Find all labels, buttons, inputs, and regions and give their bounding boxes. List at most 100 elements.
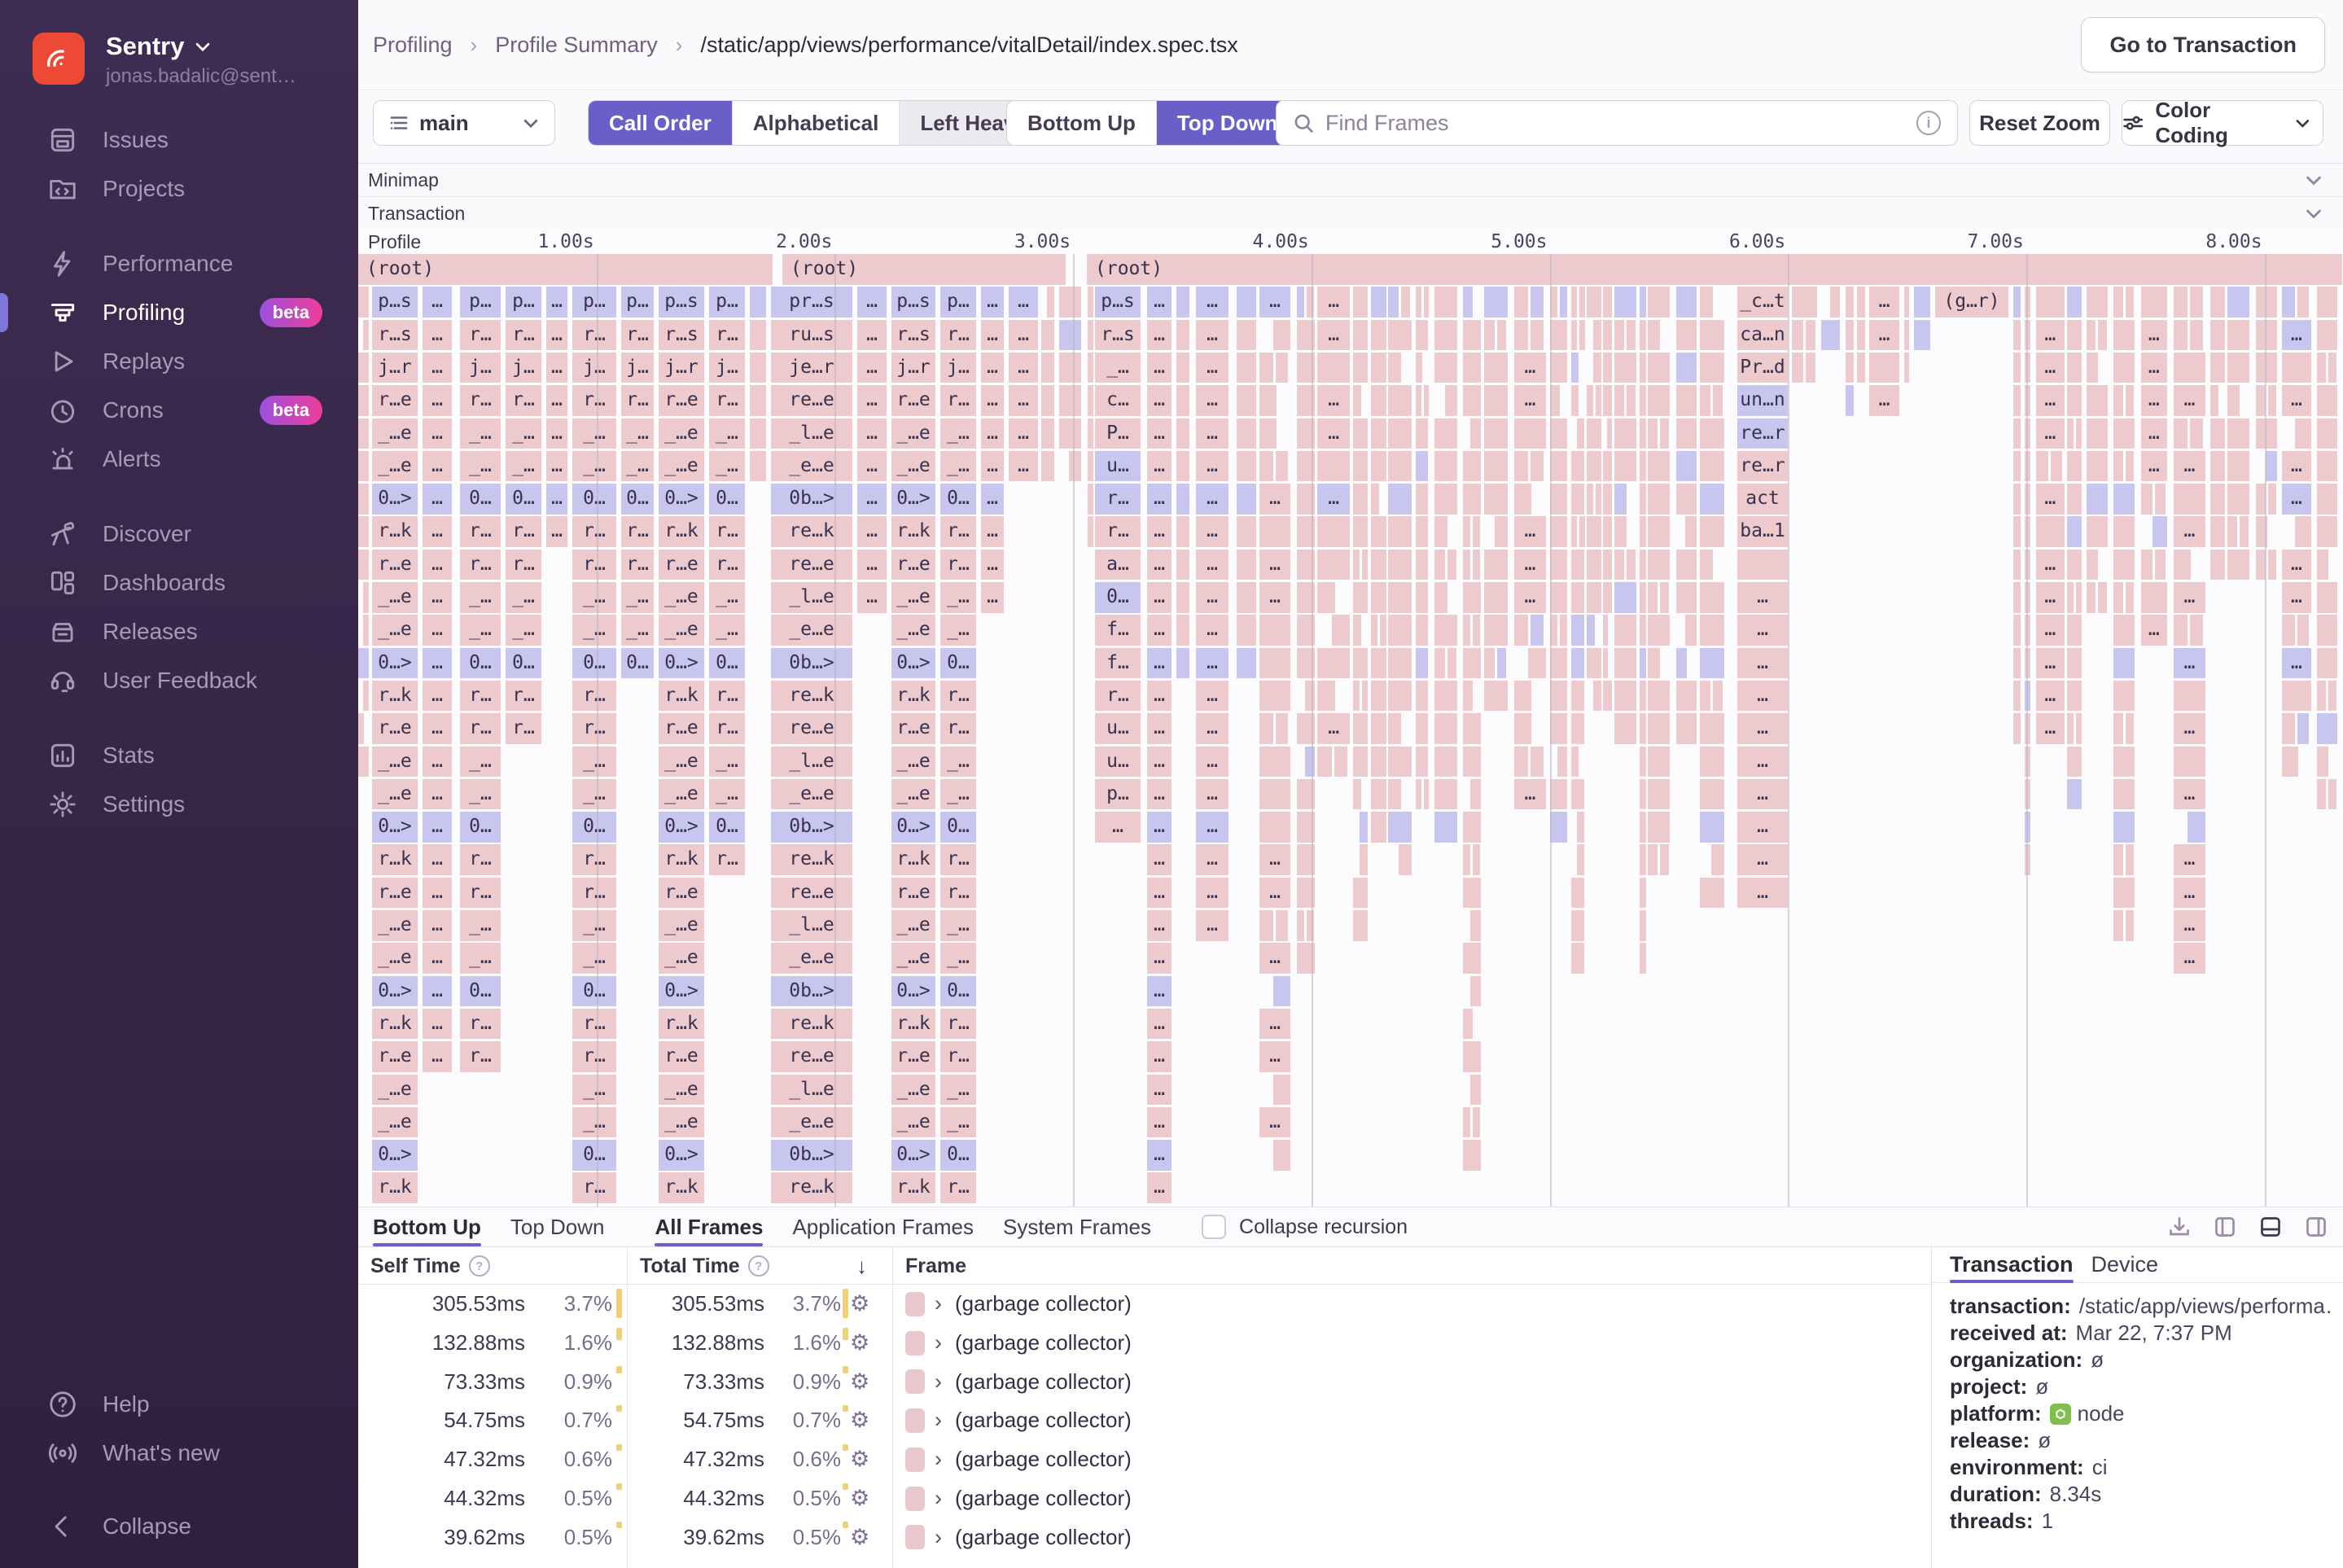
segment-alphabetical[interactable]: Alphabetical bbox=[731, 101, 900, 145]
flame-frame[interactable] bbox=[1550, 450, 1568, 482]
flame-frame[interactable] bbox=[1845, 287, 1855, 318]
flame-frame[interactable]: 0…> bbox=[891, 812, 935, 843]
flame-frame[interactable]: … bbox=[2173, 943, 2205, 974]
flame-frame[interactable] bbox=[2317, 680, 2327, 712]
flame-frame[interactable] bbox=[1483, 680, 1508, 712]
flame-frame[interactable]: p… bbox=[709, 287, 745, 318]
flame-frame[interactable] bbox=[2066, 615, 2082, 646]
flame-frame[interactable] bbox=[2154, 549, 2166, 580]
flame-frame[interactable] bbox=[1603, 450, 1613, 482]
flame-frame[interactable] bbox=[1444, 385, 1458, 416]
flame-frame[interactable]: … bbox=[1147, 844, 1172, 875]
gear-icon[interactable]: ⚙ bbox=[850, 1518, 869, 1557]
flame-frame[interactable] bbox=[1353, 450, 1368, 482]
flame-frame[interactable] bbox=[1387, 582, 1412, 613]
flame-frame[interactable] bbox=[2013, 484, 2021, 515]
flame-frame[interactable] bbox=[358, 484, 369, 515]
flame-frame[interactable]: … bbox=[1147, 680, 1172, 712]
flame-frame[interactable] bbox=[1434, 516, 1447, 547]
org-switcher[interactable]: Sentry jonas.badalic@sent… bbox=[33, 33, 296, 88]
flame-frame[interactable]: r… bbox=[460, 319, 501, 351]
flame-frame[interactable]: _…e bbox=[659, 1074, 704, 1105]
flame-frame[interactable] bbox=[362, 582, 369, 613]
flame-frame[interactable] bbox=[2113, 877, 2135, 909]
flame-frame[interactable] bbox=[1371, 582, 1386, 613]
flame-frame[interactable]: r…k bbox=[891, 1008, 935, 1040]
flame-frame[interactable] bbox=[1275, 910, 1288, 941]
flame-frame[interactable] bbox=[2256, 287, 2277, 318]
thread-selector[interactable]: main bbox=[373, 100, 555, 146]
flame-frame[interactable]: 0b…> bbox=[771, 975, 852, 1007]
flame-frame[interactable] bbox=[2113, 352, 2135, 383]
flame-frame[interactable]: r…k bbox=[891, 1172, 935, 1203]
flame-frame[interactable] bbox=[2087, 319, 2096, 351]
flame-frame[interactable] bbox=[1387, 385, 1412, 416]
flame-frame[interactable] bbox=[1400, 287, 1411, 318]
flame-frame[interactable]: Pr…d bbox=[1737, 352, 1788, 383]
flame-frame[interactable]: _…e bbox=[891, 450, 935, 482]
flame-frame[interactable] bbox=[1531, 287, 1544, 318]
flame-frame[interactable]: … bbox=[1869, 385, 1899, 416]
flame-frame[interactable]: 0…> bbox=[659, 975, 704, 1007]
flame-frame[interactable]: 0… bbox=[572, 647, 616, 679]
flame-frame[interactable]: … bbox=[1147, 516, 1172, 547]
flame-frame[interactable]: c… bbox=[1095, 385, 1141, 416]
flame-frame[interactable]: … bbox=[981, 549, 1004, 580]
flame-frame[interactable] bbox=[1528, 647, 1547, 679]
flame-frame[interactable] bbox=[2013, 516, 2021, 547]
flame-frame[interactable] bbox=[1614, 680, 1636, 712]
flame-frame[interactable]: … bbox=[423, 910, 452, 941]
flame-frame[interactable] bbox=[1416, 615, 1429, 646]
flame-frame[interactable] bbox=[1648, 778, 1671, 810]
flame-frame[interactable]: 0… bbox=[709, 647, 745, 679]
self-time-header[interactable]: Self Time? bbox=[370, 1247, 490, 1285]
flame-frame[interactable]: … bbox=[2140, 319, 2168, 351]
flame-frame[interactable] bbox=[1317, 352, 1351, 383]
flame-frame[interactable]: _…e bbox=[891, 1106, 935, 1138]
flame-frame[interactable] bbox=[358, 713, 365, 744]
flame-frame[interactable] bbox=[1571, 615, 1585, 646]
flame-frame[interactable] bbox=[1531, 450, 1544, 482]
flame-frame[interactable] bbox=[1304, 680, 1315, 712]
flame-frame[interactable] bbox=[2125, 713, 2134, 744]
flame-frame[interactable] bbox=[1434, 582, 1447, 613]
flame-frame[interactable] bbox=[1371, 385, 1386, 416]
flame-frame[interactable] bbox=[1627, 319, 1636, 351]
collapse-recursion-checkbox[interactable] bbox=[1202, 1215, 1227, 1239]
flame-frame[interactable]: r…k bbox=[372, 680, 418, 712]
flame-frame[interactable]: … bbox=[1196, 352, 1228, 383]
flame-frame[interactable] bbox=[1513, 418, 1547, 449]
flame-frame[interactable] bbox=[1353, 615, 1362, 646]
flame-frame[interactable] bbox=[1579, 516, 1585, 547]
flame-frame[interactable] bbox=[1353, 319, 1368, 351]
flame-frame[interactable] bbox=[2188, 812, 2205, 843]
flame-frame[interactable]: … bbox=[1009, 450, 1038, 482]
flame-frame[interactable] bbox=[1571, 450, 1585, 482]
flame-frame[interactable] bbox=[1353, 484, 1368, 515]
flame-frame[interactable] bbox=[2113, 516, 2135, 547]
flame-frame[interactable] bbox=[1700, 418, 1724, 449]
flame-frame[interactable]: … bbox=[1317, 484, 1351, 515]
flame-frame[interactable] bbox=[358, 450, 369, 482]
flame-frame[interactable]: r… bbox=[709, 680, 745, 712]
flame-frame[interactable] bbox=[1845, 385, 1855, 416]
flame-frame[interactable] bbox=[358, 287, 369, 318]
flame-frame[interactable] bbox=[1259, 450, 1273, 482]
flame-frame[interactable] bbox=[1473, 516, 1481, 547]
flame-frame[interactable]: … bbox=[1196, 713, 1228, 744]
expand-chevron-icon[interactable]: › bbox=[935, 1440, 942, 1479]
flame-frame[interactable]: … bbox=[1317, 319, 1351, 351]
flame-frame[interactable] bbox=[2227, 352, 2250, 383]
flame-frame[interactable] bbox=[2113, 844, 2123, 875]
flame-frame[interactable] bbox=[1462, 1106, 1471, 1138]
flame-frame[interactable] bbox=[2066, 647, 2082, 679]
layout-bottom-icon[interactable] bbox=[2258, 1215, 2283, 1239]
flame-frame[interactable]: 0…> bbox=[372, 812, 418, 843]
flame-frame[interactable] bbox=[2113, 418, 2135, 449]
flame-frame[interactable]: r…e bbox=[372, 385, 418, 416]
flame-frame[interactable] bbox=[1434, 319, 1458, 351]
flame-frame[interactable]: … bbox=[1196, 287, 1228, 318]
flame-frame[interactable] bbox=[1058, 287, 1082, 318]
flame-frame[interactable] bbox=[1531, 319, 1544, 351]
flame-frame[interactable] bbox=[1577, 812, 1585, 843]
